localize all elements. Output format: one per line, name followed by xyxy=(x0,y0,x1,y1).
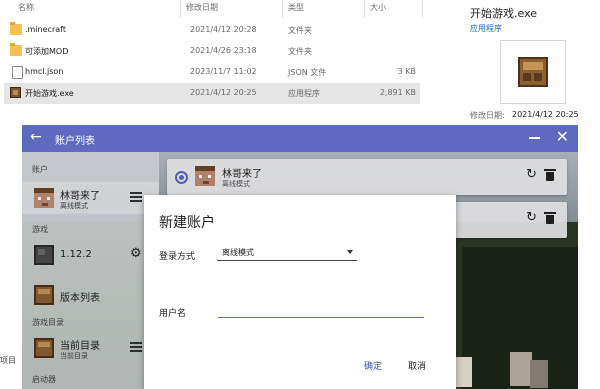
file-preview xyxy=(500,40,566,104)
file-row[interactable]: hmcl.json 2023/11/7 11:02 JSON 文件 3 KB xyxy=(4,62,420,83)
details-title: 开始游戏.exe xyxy=(470,7,538,20)
file-type: 文件夹 xyxy=(288,26,312,35)
column-header-size[interactable]: 大小 xyxy=(370,0,386,18)
folder-icon xyxy=(10,43,22,56)
file-row[interactable]: 可添加MOD 2021/4/26 23:18 文件夹 xyxy=(4,41,420,62)
column-divider xyxy=(422,0,423,18)
new-account-dialog: 新建账户 登录方式 离线模式 用户名 确定 取消 xyxy=(144,195,456,389)
login-method-label: 登录方式 xyxy=(159,252,196,262)
file-size: 3 KB xyxy=(397,67,416,76)
column-header-date[interactable]: 修改日期 xyxy=(186,0,218,18)
window-title: 账户列表 xyxy=(55,136,95,147)
file-name: 可添加MOD xyxy=(25,47,69,56)
file-name: .minecraft xyxy=(25,25,66,34)
file-type: JSON 文件 xyxy=(288,68,327,77)
folder-icon xyxy=(10,22,22,35)
launcher-window: ← 账户列表 ✕ 账户 林哥来了 离线模式 游戏 1.12.2 ⚙ 版本列表 游… xyxy=(22,125,578,389)
column-header-type[interactable]: 类型 xyxy=(288,0,304,18)
column-divider xyxy=(180,0,181,18)
file-type: 文件夹 xyxy=(288,47,312,56)
login-method-select[interactable]: 离线模式 xyxy=(217,242,357,261)
document-icon xyxy=(12,66,23,79)
back-arrow-icon[interactable]: ← xyxy=(30,129,42,145)
details-modified-label: 修改日期: xyxy=(470,111,505,120)
column-header-name[interactable]: 名称 xyxy=(18,0,34,18)
login-method-value: 离线模式 xyxy=(222,248,254,257)
file-name: 开始游戏.exe xyxy=(25,89,74,98)
username-input[interactable] xyxy=(218,299,424,318)
column-divider xyxy=(282,0,283,18)
title-bar: ← 账户列表 ✕ xyxy=(22,125,578,152)
minimize-icon[interactable] xyxy=(529,137,540,139)
cancel-button[interactable]: 取消 xyxy=(408,359,426,372)
close-icon[interactable]: ✕ xyxy=(556,128,569,146)
crafting-table-icon xyxy=(518,57,548,87)
dialog-title: 新建账户 xyxy=(159,215,215,231)
details-subtitle: 应用程序 xyxy=(470,24,502,33)
file-date: 2023/11/7 11:02 xyxy=(190,67,257,76)
column-divider xyxy=(364,0,365,18)
confirm-button[interactable]: 确定 xyxy=(364,359,382,372)
exe-icon xyxy=(10,87,21,98)
file-date: 2021/4/12 20:25 xyxy=(190,88,257,97)
file-row-selected[interactable]: 开始游戏.exe 2021/4/12 20:25 应用程序 2,891 KB xyxy=(4,83,420,104)
file-name: hmcl.json xyxy=(25,67,64,76)
file-size: 2,891 KB xyxy=(379,88,416,97)
dropdown-arrow-icon xyxy=(347,250,353,254)
username-label: 用户名 xyxy=(159,309,187,319)
file-row[interactable]: .minecraft 2021/4/12 20:28 文件夹 xyxy=(4,20,420,41)
details-modified-value: 2021/4/12 20:25 xyxy=(512,110,579,119)
details-pane: 开始游戏.exe 应用程序 修改日期: 2021/4/12 20:25 xyxy=(470,0,600,130)
file-date: 2021/4/12 20:28 xyxy=(190,25,257,34)
status-bar-text: 项目 xyxy=(0,356,16,365)
file-type: 应用程序 xyxy=(288,89,320,98)
file-date: 2021/4/26 23:18 xyxy=(190,46,257,55)
